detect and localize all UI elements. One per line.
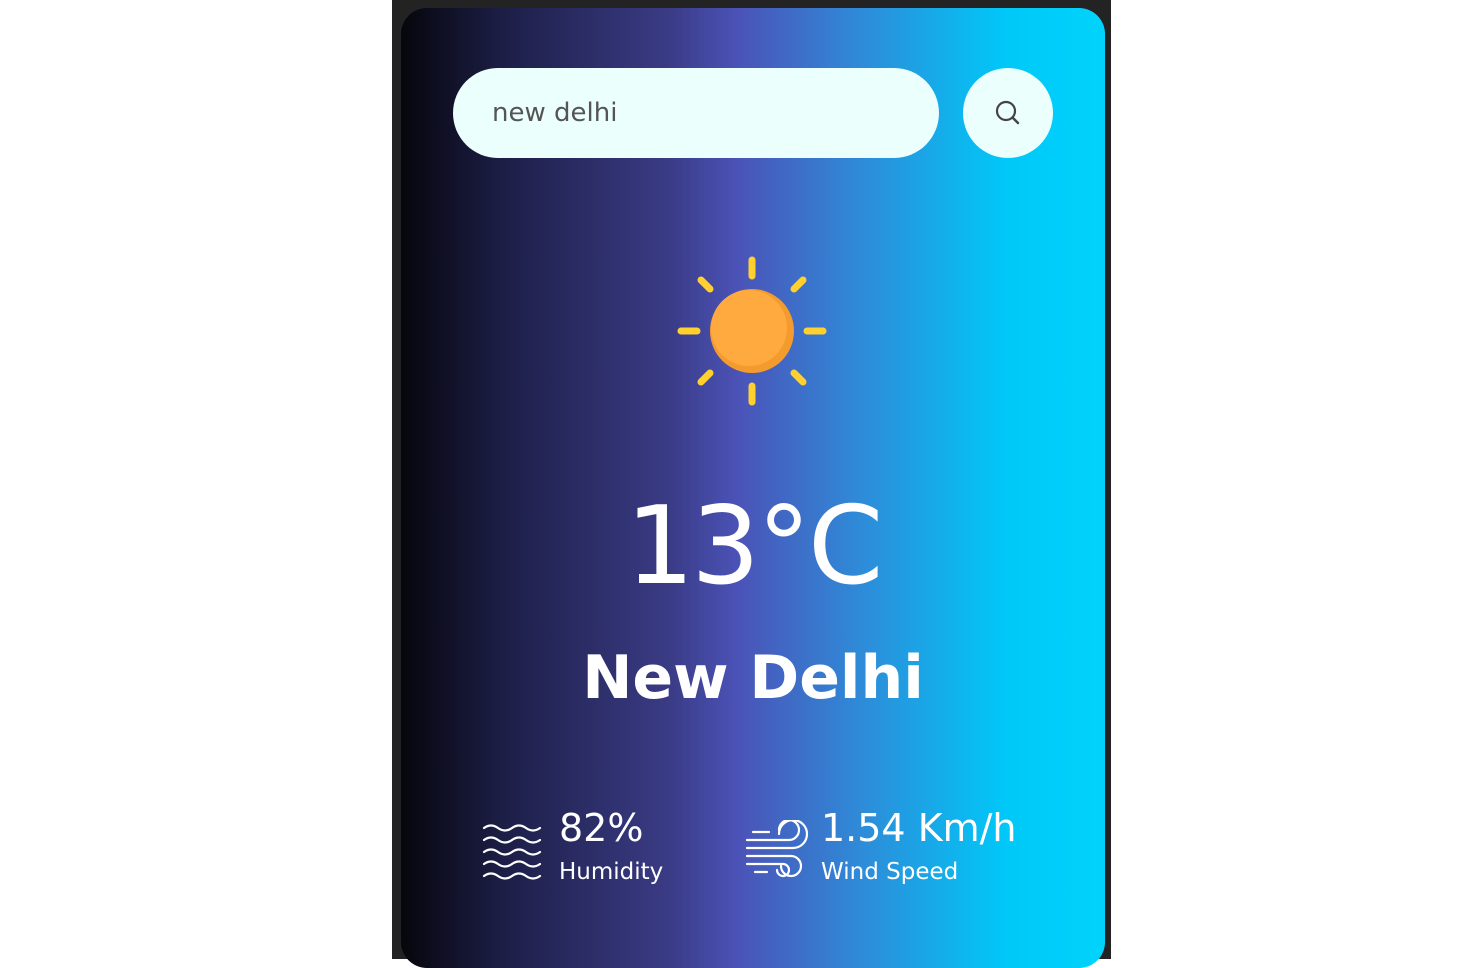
wind-icon: [745, 820, 809, 878]
wind-speed-label: Wind Speed: [821, 858, 959, 885]
wind-speed-value: 1.54 Km/h: [821, 806, 1017, 850]
temperature: 13°C: [625, 484, 884, 609]
search-icon: [995, 100, 1020, 125]
wind-stat: 1.54 Km/h Wind Speed: [743, 806, 1017, 886]
search-bar: [453, 67, 939, 159]
search-input[interactable]: [490, 67, 939, 159]
sun-icon: [677, 256, 827, 406]
humidity-stat: 82% Humidity: [481, 806, 664, 886]
humidity-value: 82%: [559, 806, 644, 850]
city-name: New Delhi: [582, 643, 924, 713]
weather-card: 13°C New Delhi 82% Humidity: [401, 8, 1105, 968]
humidity-icon: [482, 824, 542, 880]
search-button[interactable]: [963, 68, 1053, 158]
humidity-label: Humidity: [559, 858, 664, 885]
